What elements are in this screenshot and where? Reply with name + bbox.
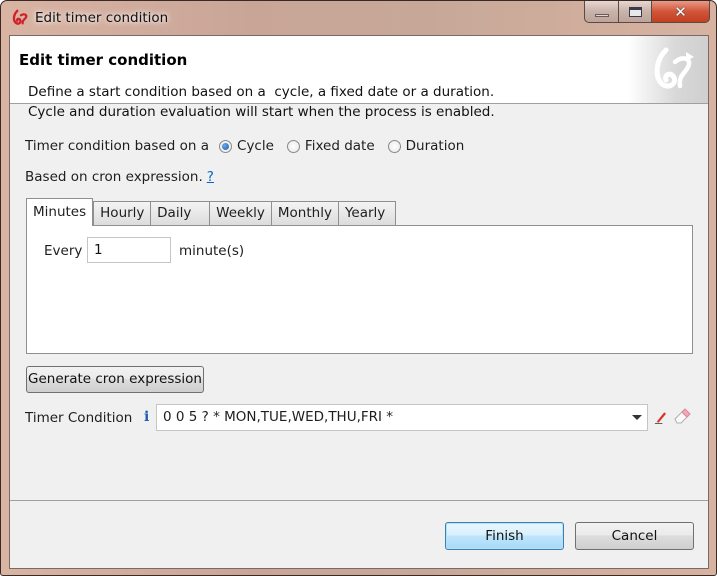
bonita-logo-icon xyxy=(12,9,28,25)
tab-daily[interactable]: Daily xyxy=(150,201,211,225)
chevron-down-icon[interactable] xyxy=(632,415,642,420)
header-title: Edit timer condition xyxy=(19,51,188,69)
cron-label: Based on cron expression. xyxy=(25,169,203,185)
close-icon: ✕ xyxy=(674,2,687,21)
maximize-button[interactable] xyxy=(619,1,652,23)
radio-duration[interactable]: Duration xyxy=(375,138,465,154)
generate-cron-button[interactable]: Generate cron expression xyxy=(26,366,204,393)
cron-tabs: Minutes Hourly Daily Weekly Monthly Year… xyxy=(26,198,396,226)
title-bar[interactable]: Edit timer condition ✕ xyxy=(1,1,716,35)
header-banner xyxy=(628,36,708,103)
minutes-unit-label: minute(s) xyxy=(179,243,245,259)
condition-type-label: Timer condition based on a xyxy=(25,138,210,154)
cancel-button[interactable]: Cancel xyxy=(575,522,694,550)
condition-type-row: Timer condition based on a Cycle Fixed d… xyxy=(25,138,464,154)
every-label: Every xyxy=(44,243,83,259)
dialog-window: Edit timer condition ✕ Edit timer condit… xyxy=(0,0,717,576)
minutes-tab-panel: Every 1 minute(s) xyxy=(26,225,693,354)
tab-minutes[interactable]: Minutes xyxy=(26,198,94,226)
finish-button[interactable]: Finish xyxy=(445,522,564,550)
dialog-client-area: Edit timer condition Define a start cond… xyxy=(9,35,709,569)
close-button[interactable]: ✕ xyxy=(652,1,710,23)
cron-help-link[interactable]: ? xyxy=(207,169,214,185)
every-minutes-input[interactable]: 1 xyxy=(87,237,171,263)
radio-cycle-indicator[interactable] xyxy=(219,139,233,153)
edit-pencil-icon[interactable] xyxy=(654,410,667,424)
eraser-icon[interactable] xyxy=(673,408,691,424)
radio-fixed-date-indicator[interactable] xyxy=(286,139,300,153)
radio-fixed-date[interactable]: Fixed date xyxy=(274,138,375,154)
caption-buttons: ✕ xyxy=(584,1,710,23)
cron-row: Based on cron expression. ? xyxy=(25,169,214,185)
tab-hourly[interactable]: Hourly xyxy=(93,201,152,225)
window-title: Edit timer condition xyxy=(35,10,169,26)
description-line-1: Define a start condition based on a cycl… xyxy=(28,84,495,100)
footer-separator xyxy=(10,500,708,501)
maximize-icon xyxy=(628,6,642,17)
radio-cycle-label[interactable]: Cycle xyxy=(237,138,274,154)
tab-monthly[interactable]: Monthly xyxy=(270,201,339,225)
radio-fixed-date-label[interactable]: Fixed date xyxy=(305,138,375,154)
minimize-icon xyxy=(594,14,609,17)
header-description: Define a start condition based on a cycl… xyxy=(28,82,495,122)
timer-condition-label: Timer Condition xyxy=(25,410,133,426)
info-icon[interactable]: i xyxy=(144,409,149,425)
dialog-header: Edit timer condition Define a start cond… xyxy=(10,36,708,120)
radio-duration-label[interactable]: Duration xyxy=(406,138,465,154)
description-line-2: Cycle and duration evaluation will start… xyxy=(28,104,495,120)
tab-yearly[interactable]: Yearly xyxy=(337,201,396,225)
radio-duration-indicator[interactable] xyxy=(387,139,401,153)
bonita-banner-logo-icon xyxy=(654,47,694,89)
radio-cycle[interactable]: Cycle xyxy=(209,138,274,154)
timer-condition-value[interactable]: 0 0 5 ? * MON,TUE,WED,THU,FRI * xyxy=(163,409,393,425)
minimize-button[interactable] xyxy=(584,1,619,23)
tab-weekly[interactable]: Weekly xyxy=(209,201,272,225)
timer-condition-combo[interactable]: 0 0 5 ? * MON,TUE,WED,THU,FRI * xyxy=(156,404,648,431)
